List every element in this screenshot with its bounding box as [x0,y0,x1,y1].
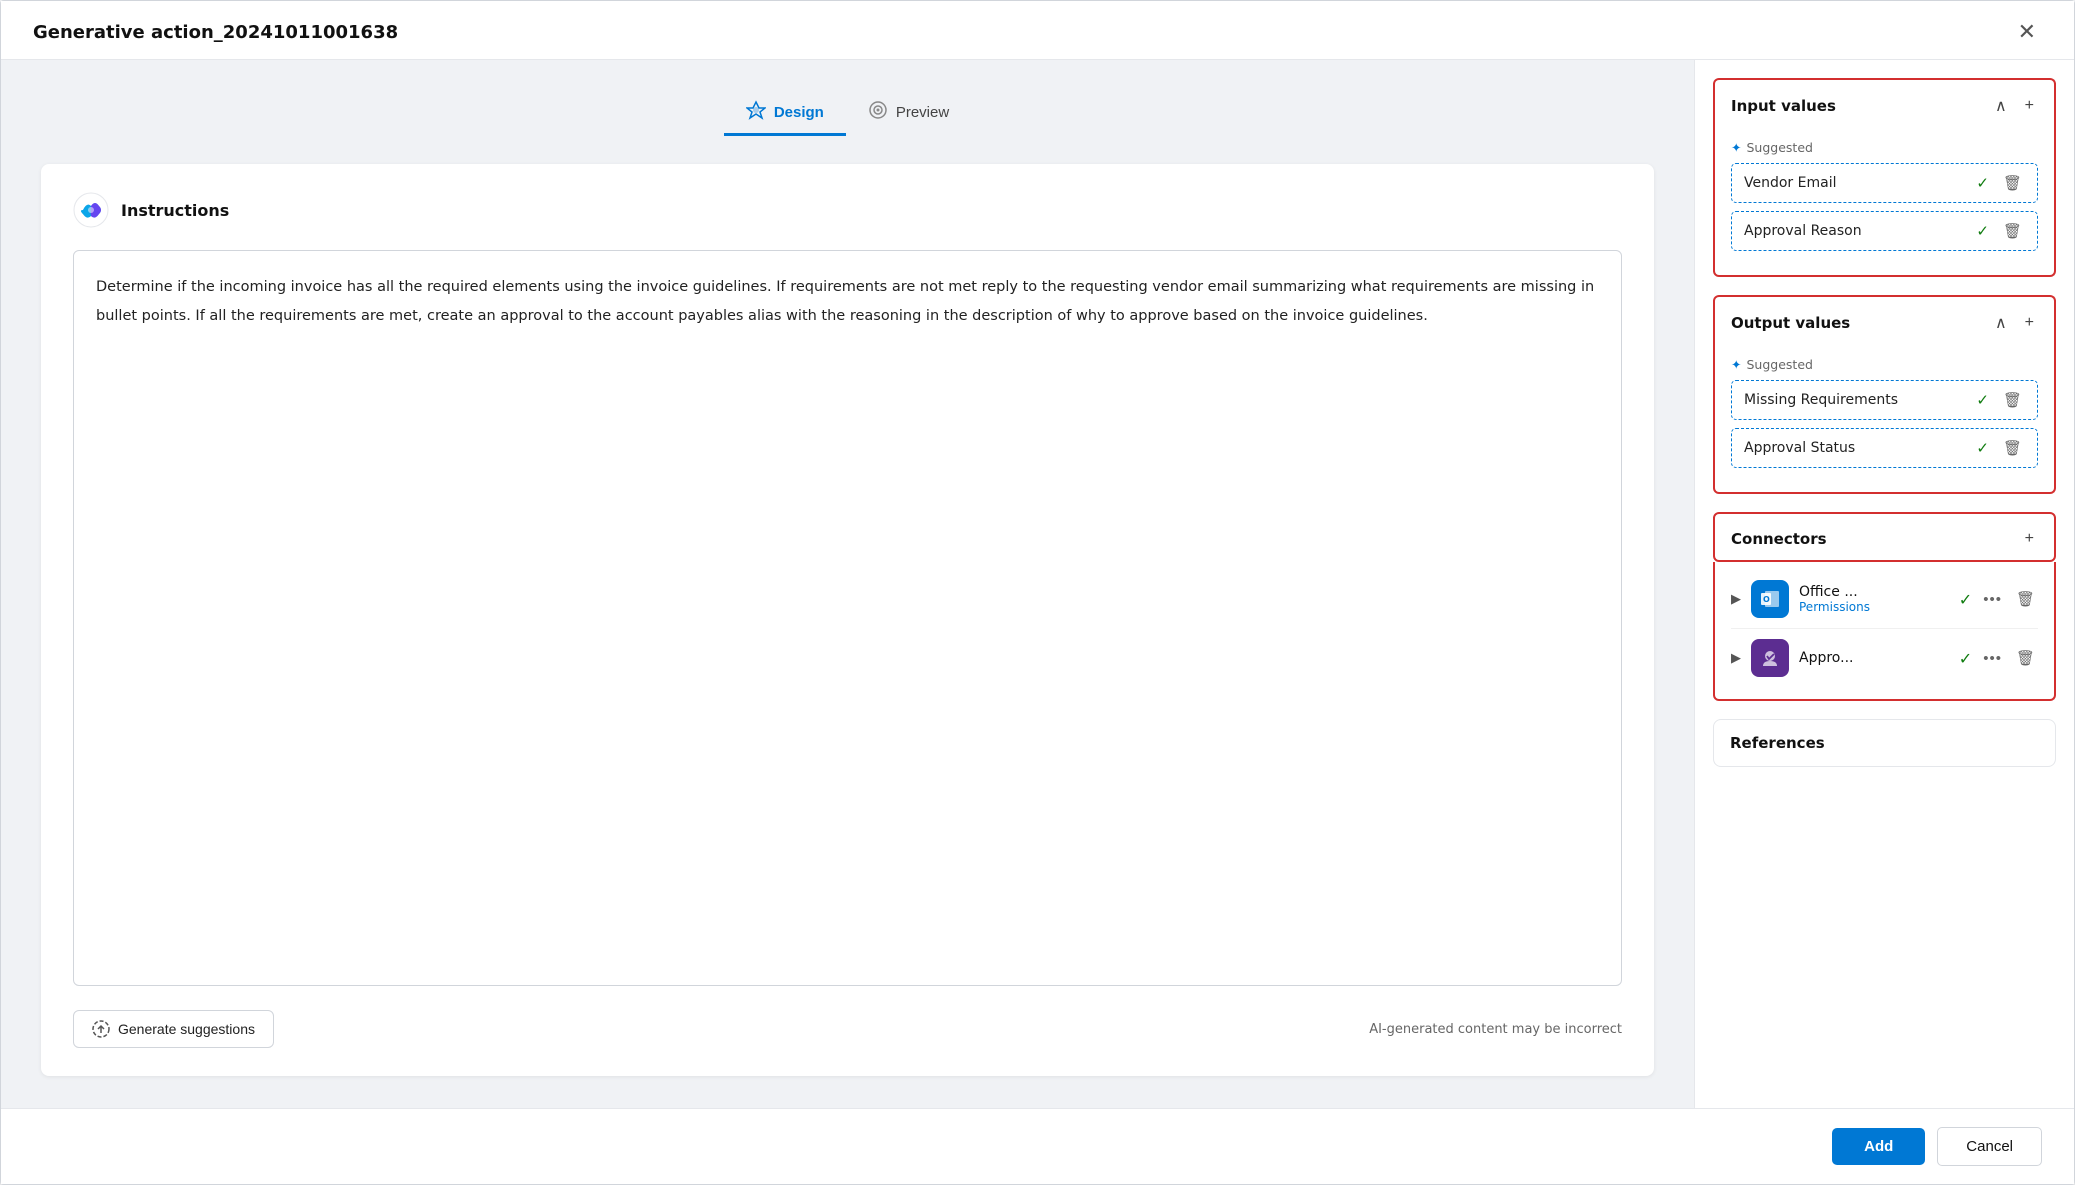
approvals-connector-actions: ✓ ••• 🗑 [1959,648,2038,668]
ai-note: AI-generated content may be incorrect [1369,1022,1622,1037]
office-connector-actions: ✓ ••• 🗑 [1959,589,2038,609]
approval-reason-check-button[interactable]: ✓ [1973,221,1992,241]
vendor-email-check-button[interactable]: ✓ [1973,173,1992,193]
office-connector-icon: O [1751,580,1789,618]
office-connector-name: Office ... [1799,584,1949,600]
connectors-controls: + [2021,528,2038,550]
input-values-add-button[interactable]: + [2021,95,2038,117]
references-header: References [1714,720,2055,766]
input-values-title: Input values [1731,97,1836,115]
tabs-row: Design Preview [41,92,1654,136]
input-values-suggested: ✦ Suggested [1731,138,2038,155]
approval-reason-row: Approval Reason ✓ 🗑 [1731,211,2038,251]
approvals-connector-item: ▶ Appro... [1731,629,2038,687]
design-icon [746,100,766,125]
instructions-card: Instructions Determine if the incoming i… [41,164,1654,1076]
approval-status-actions: ✓ 🗑 [1973,438,2025,458]
output-suggested-star-icon: ✦ [1731,357,1741,372]
input-values-section: Input values ∧ + ✦ Suggested Vendor Emai… [1713,78,2056,277]
output-values-section: Output values ∧ + ✦ Suggested Missing Re… [1713,295,2056,494]
references-section: References [1713,719,2056,767]
vendor-email-row: Vendor Email ✓ 🗑 [1731,163,2038,203]
cancel-button[interactable]: Cancel [1937,1127,2042,1166]
dialog: Generative action_20241011001638 ✕ Desig… [0,0,2075,1185]
office-connector-expand-button[interactable]: ▶ [1731,591,1741,607]
generate-suggestions-button[interactable]: Generate suggestions [73,1010,274,1048]
suggested-star-icon: ✦ [1731,140,1741,155]
input-values-header: Input values ∧ + [1713,78,2056,128]
vendor-email-delete-button[interactable]: 🗑 [2000,173,2025,193]
tab-design-label: Design [774,104,824,121]
add-button[interactable]: Add [1832,1128,1925,1165]
output-values-title: Output values [1731,314,1850,332]
approval-status-delete-button[interactable]: 🗑 [2000,438,2025,458]
output-values-collapse-button[interactable]: ∧ [1991,311,2011,335]
input-values-controls: ∧ + [1991,94,2038,118]
approvals-icon-svg [1758,646,1782,670]
input-values-body: ✦ Suggested Vendor Email ✓ 🗑 Approval Re… [1713,128,2056,277]
generate-btn-label: Generate suggestions [118,1021,255,1037]
approvals-connector-more-button[interactable]: ••• [1980,649,2005,668]
missing-requirements-delete-button[interactable]: 🗑 [2000,390,2025,410]
office-connector-sub: Permissions [1799,600,1949,614]
approval-reason-delete-button[interactable]: 🗑 [2000,221,2025,241]
tab-preview-label: Preview [896,104,949,121]
dialog-body: Design Preview [1,60,2074,1108]
vendor-email-label: Vendor Email [1744,175,1836,191]
connectors-title: Connectors [1731,530,1827,548]
approvals-connector-expand-button[interactable]: ▶ [1731,650,1741,666]
preview-tab-icon [868,100,888,120]
approval-reason-label: Approval Reason [1744,223,1862,239]
svg-text:O: O [1763,595,1770,604]
preview-icon [868,100,888,125]
output-values-suggested: ✦ Suggested [1731,355,2038,372]
missing-requirements-check-button[interactable]: ✓ [1973,390,1992,410]
instructions-title: Instructions [121,201,229,220]
right-panel: Input values ∧ + ✦ Suggested Vendor Emai… [1694,60,2074,1108]
office-connector-info: Office ... Permissions [1799,584,1949,614]
instructions-text[interactable]: Determine if the incoming invoice has al… [73,250,1622,986]
approvals-connector-icon [1751,639,1789,677]
copilot-icon [73,192,109,228]
missing-requirements-row: Missing Requirements ✓ 🗑 [1731,380,2038,420]
output-values-add-button[interactable]: + [2021,312,2038,334]
approval-reason-actions: ✓ 🗑 [1973,221,2025,241]
dialog-header: Generative action_20241011001638 ✕ [1,1,2074,60]
generate-icon [92,1020,110,1038]
missing-requirements-actions: ✓ 🗑 [1973,390,2025,410]
tab-design[interactable]: Design [724,92,846,136]
office-connector-item: ▶ O Office ... Permissions [1731,570,2038,629]
vendor-email-actions: ✓ 🗑 [1973,173,2025,193]
references-title: References [1730,734,1825,752]
approval-status-row: Approval Status ✓ 🗑 [1731,428,2038,468]
input-values-collapse-button[interactable]: ∧ [1991,94,2011,118]
approvals-check-icon: ✓ [1959,649,1972,668]
tab-preview[interactable]: Preview [846,92,971,136]
dialog-footer: Add Cancel [1,1108,2074,1184]
approvals-connector-delete-button[interactable]: 🗑 [2013,648,2038,668]
office-connector-delete-button[interactable]: 🗑 [2013,589,2038,609]
connectors-header: Connectors + [1713,512,2056,562]
connectors-section: Connectors + ▶ O [1713,512,2056,701]
main-area: Design Preview [1,60,1694,1108]
office-connector-more-button[interactable]: ••• [1980,590,2005,609]
dialog-title: Generative action_20241011001638 [33,22,398,43]
output-values-controls: ∧ + [1991,311,2038,335]
office-check-icon: ✓ [1959,590,1972,609]
close-button[interactable]: ✕ [2012,19,2042,45]
approval-status-check-button[interactable]: ✓ [1973,438,1992,458]
output-values-body: ✦ Suggested Missing Requirements ✓ 🗑 App… [1713,345,2056,494]
approvals-connector-info: Appro... [1799,650,1949,666]
output-values-header: Output values ∧ + [1713,295,2056,345]
design-tab-icon [746,100,766,120]
missing-requirements-label: Missing Requirements [1744,392,1898,408]
card-footer: Generate suggestions AI-generated conten… [73,1010,1622,1048]
approval-status-label: Approval Status [1744,440,1855,456]
connectors-body: ▶ O Office ... Permissions [1713,562,2056,701]
connectors-add-button[interactable]: + [2021,528,2038,550]
approvals-connector-name: Appro... [1799,650,1949,666]
office-icon-svg: O [1758,587,1782,611]
instructions-header: Instructions [73,192,1622,228]
